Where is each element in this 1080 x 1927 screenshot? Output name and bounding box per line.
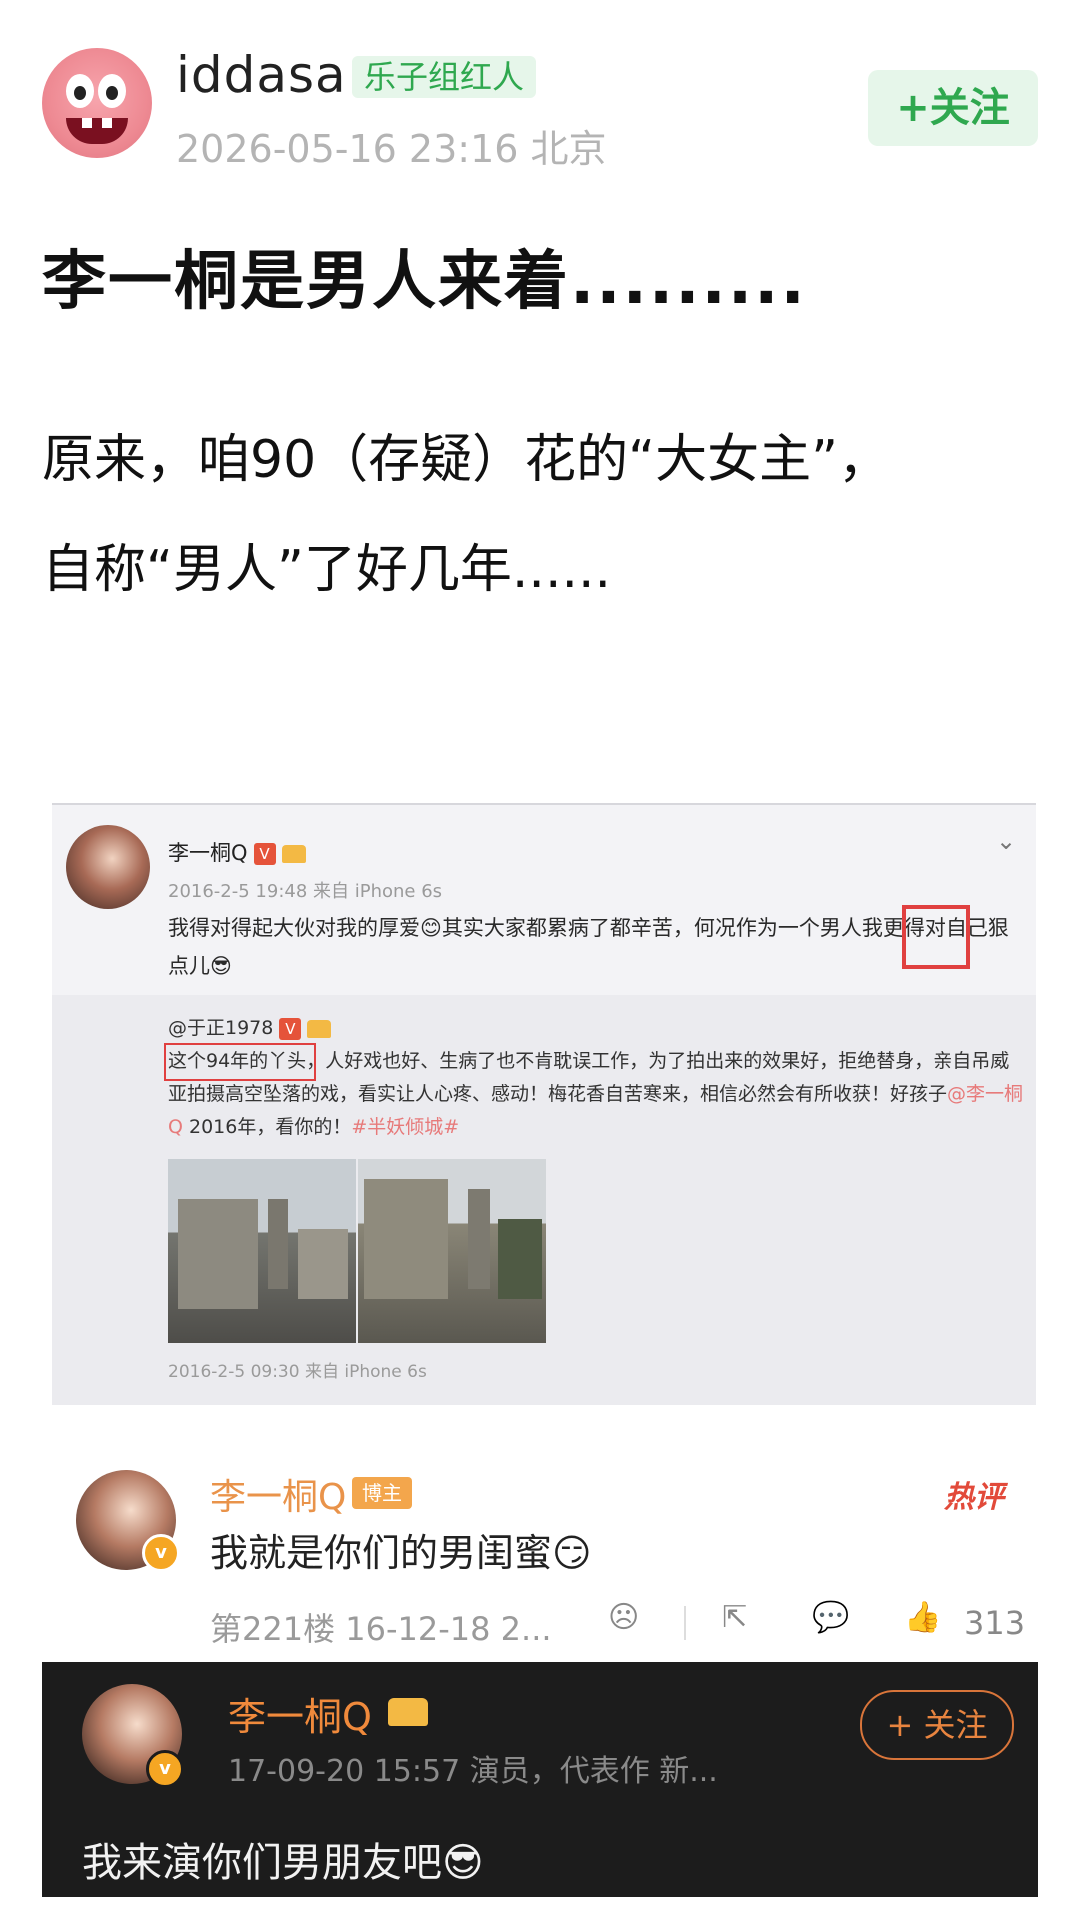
screenshot-meta: 2016-2-5 19:48 来自 iPhone 6s <box>168 881 443 902</box>
dislike-icon[interactable]: ☹ <box>608 1600 639 1635</box>
highlight-box <box>164 1043 316 1081</box>
screenshot-text: 我得对得起大伙对我的厚爱😊其实大家都累病了都辛苦，何况作为一个男人我更得对自己狠… <box>168 916 1009 978</box>
hot-comment-label: 热评 <box>944 1480 1004 1515</box>
verified-icon: V <box>253 843 276 865</box>
retweet-photo[interactable] <box>358 1159 546 1343</box>
author-avatar[interactable] <box>42 48 152 158</box>
quoted-name[interactable]: 李一桐Q <box>228 1686 372 1741</box>
reply-icon[interactable]: 💬 <box>812 1600 849 1635</box>
post-title: 李一桐是男人来着......... <box>42 245 807 319</box>
verified-icon: V <box>279 1017 302 1040</box>
verified-icon: v <box>146 1750 184 1788</box>
blogger-badge: 博主 <box>352 1477 412 1509</box>
post-body-line: 原来，咱90（存疑）花的“大女主”， <box>42 430 891 490</box>
comment-floor-meta: 第221楼 16-12-18 2... <box>210 1610 552 1648</box>
retweet-photo[interactable] <box>168 1159 356 1343</box>
quoted-follow-button[interactable]: + 关注 <box>860 1690 1014 1760</box>
quoted-meta: 17-09-20 15:57 演员，代表作 新... <box>228 1754 718 1789</box>
comment-text: 我就是你们的男闺蜜😏 <box>210 1531 592 1575</box>
divider <box>684 1606 686 1640</box>
verified-icon: v <box>142 1534 180 1572</box>
retweet-meta: 2016-2-5 09:30 来自 iPhone 6s <box>168 1362 427 1382</box>
quoted-card[interactable]: v 李一桐Q 17-09-20 15:57 演员，代表作 新... + 关注 我… <box>42 1662 1038 1897</box>
author-username[interactable]: iddasa <box>176 46 347 104</box>
quoted-avatar[interactable]: v <box>82 1684 184 1788</box>
comment-avatar[interactable]: v <box>76 1470 180 1572</box>
comment-name[interactable]: 李一桐Q <box>210 1468 346 1520</box>
author-badge: 乐子组红人 <box>352 56 537 98</box>
post-body: 原来，咱90（存疑）花的“大女主”， 自称“男人”了好几年...... <box>42 405 1042 625</box>
screenshot-avatar <box>66 825 150 909</box>
embedded-screenshot[interactable]: 李一桐Q V ⌄ 2016-2-5 19:48 来自 iPhone 6s 我得对得… <box>52 803 1036 1405</box>
crown-icon <box>281 845 306 863</box>
post-meta: 2026-05-16 23:16 北京 <box>176 127 607 171</box>
chevron-down-icon: ⌄ <box>996 827 1017 855</box>
highlight-box <box>902 905 970 969</box>
post-body-line: 自称“男人”了好几年...... <box>42 540 612 600</box>
quoted-text: 我来演你们男朋友吧😎 <box>82 1840 484 1886</box>
like-count: 313 <box>964 1604 1026 1642</box>
screenshot-name: 李一桐Q V <box>168 837 306 867</box>
like-icon[interactable]: 👍 <box>904 1600 941 1635</box>
crown-icon <box>388 1698 428 1726</box>
crown-icon <box>307 1019 332 1038</box>
share-icon[interactable]: ⇱ <box>722 1600 747 1635</box>
retweet-name: @于正1978 V <box>168 1013 332 1040</box>
follow-button[interactable]: +关注 <box>868 70 1038 146</box>
